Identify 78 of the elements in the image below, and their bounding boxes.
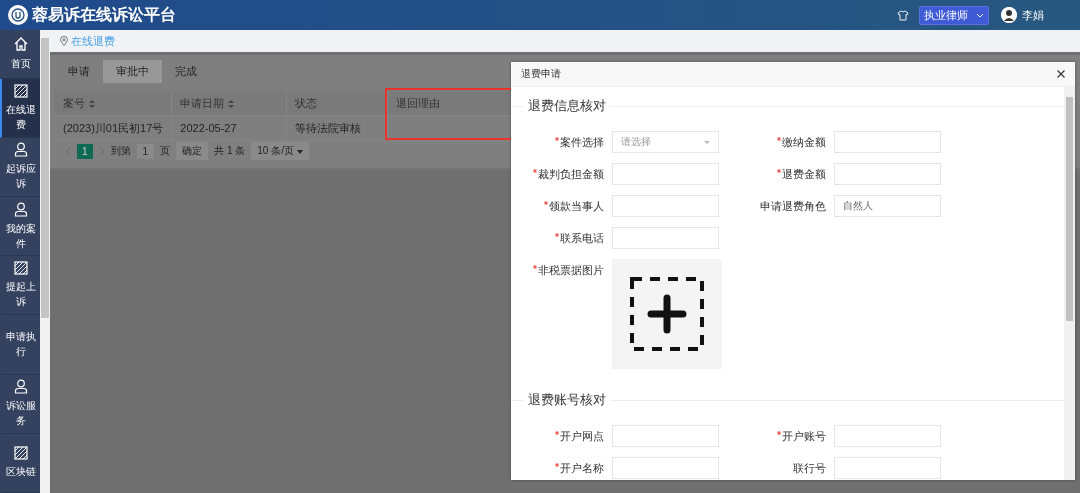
hatched-square-icon [14,261,28,276]
field-label: 开户账号 [782,429,826,444]
app-title: 蓉易诉在线诉讼平台 [32,4,177,25]
sidebar-label: 起诉应诉 [5,162,37,192]
field-label: 退费金额 [782,167,826,182]
table-cell: (2023)川01民初17号 [55,115,172,141]
dropdown-arrow-icon [704,140,710,144]
dialog-title: 退费申请 [521,67,561,81]
field-label: 缴纳金额 [782,135,826,150]
page-input[interactable]: 1 [136,143,155,159]
role-select[interactable]: 执业律师 [919,5,989,25]
scrollbar[interactable] [40,30,50,493]
input-field[interactable] [612,195,719,217]
confirm-button[interactable]: 确定 [176,142,209,160]
field-label: 申请退费角色 [760,199,826,214]
goto-label: 到第 [110,144,131,158]
page-size-select[interactable]: 10 条/页 [251,142,309,160]
input-field[interactable] [612,227,719,249]
hatched-square-icon [14,83,28,98]
case-select[interactable]: 请选择 [612,131,719,153]
add-image-icon [629,276,705,352]
table-cell: 2022-05-27 [171,115,287,141]
person-icon [14,142,28,158]
input-field[interactable] [834,163,941,185]
column-header: 状态 [295,96,318,109]
person-icon [14,201,28,217]
scrollbar[interactable] [1064,87,1075,480]
field-label: 裁判负担金额 [538,167,604,182]
page-unit: 页 [160,144,171,158]
sidebar-label: 提起上诉 [5,280,37,310]
chevron-down-icon [976,12,984,18]
sidebar-label: 我的案件 [5,221,37,251]
tab[interactable]: 审批中 [103,60,162,83]
input-field[interactable] [612,163,719,185]
person-icon [14,379,28,395]
field-label: 非税票据图片 [538,263,604,278]
input-field[interactable] [834,425,941,447]
total-count: 共 1 条 [214,144,246,158]
field-label: 开户名称 [560,461,604,476]
field-label: 案件选择 [560,135,604,150]
close-icon[interactable] [1057,70,1065,78]
input-field[interactable] [612,425,719,447]
section-title: 退费信息核对 [528,97,606,115]
home-icon [13,36,29,53]
table-cell: 等待法院审核 [286,115,388,141]
sort-icon[interactable] [89,99,95,108]
sidebar-item[interactable]: 在线退费 [0,78,40,138]
input-field[interactable]: 自然人 [834,195,941,217]
field-label: 联行号 [793,461,826,476]
location-pin-icon [60,36,68,46]
chevron-left-icon[interactable] [65,146,71,156]
scrollbar-thumb[interactable] [1066,97,1073,321]
input-field[interactable] [612,457,719,479]
hatched-square-icon [14,446,28,461]
shirt-icon[interactable] [897,9,909,21]
user-name: 李娟 [1022,7,1044,23]
tab[interactable]: 申请 [55,60,103,83]
scrollbar-thumb[interactable] [41,38,49,318]
chevron-right-icon[interactable] [98,146,105,156]
sidebar-label: 在线退费 [5,102,37,132]
input-field[interactable] [834,457,941,479]
field-label: 开户网点 [560,429,604,444]
input-field[interactable] [834,131,941,153]
sidebar-label: 区块链 [5,465,37,480]
section-title: 退费账号核对 [528,391,606,409]
tab[interactable]: 完成 [162,60,210,83]
column-header: 退回理由 [396,96,441,109]
image-upload[interactable] [612,259,722,369]
sidebar-label: 首页 [10,57,32,72]
sort-icon[interactable] [228,99,235,108]
avatar-icon[interactable] [1001,7,1017,23]
sidebar-label: 诉讼服务 [5,399,37,429]
field-label: 联系电话 [560,231,604,246]
page-number[interactable]: 1 [77,143,93,159]
dropdown-arrow-icon [296,150,303,154]
sidebar-label: 申请执行 [5,330,37,360]
field-label: 领款当事人 [549,199,604,214]
logo-icon [8,5,28,25]
